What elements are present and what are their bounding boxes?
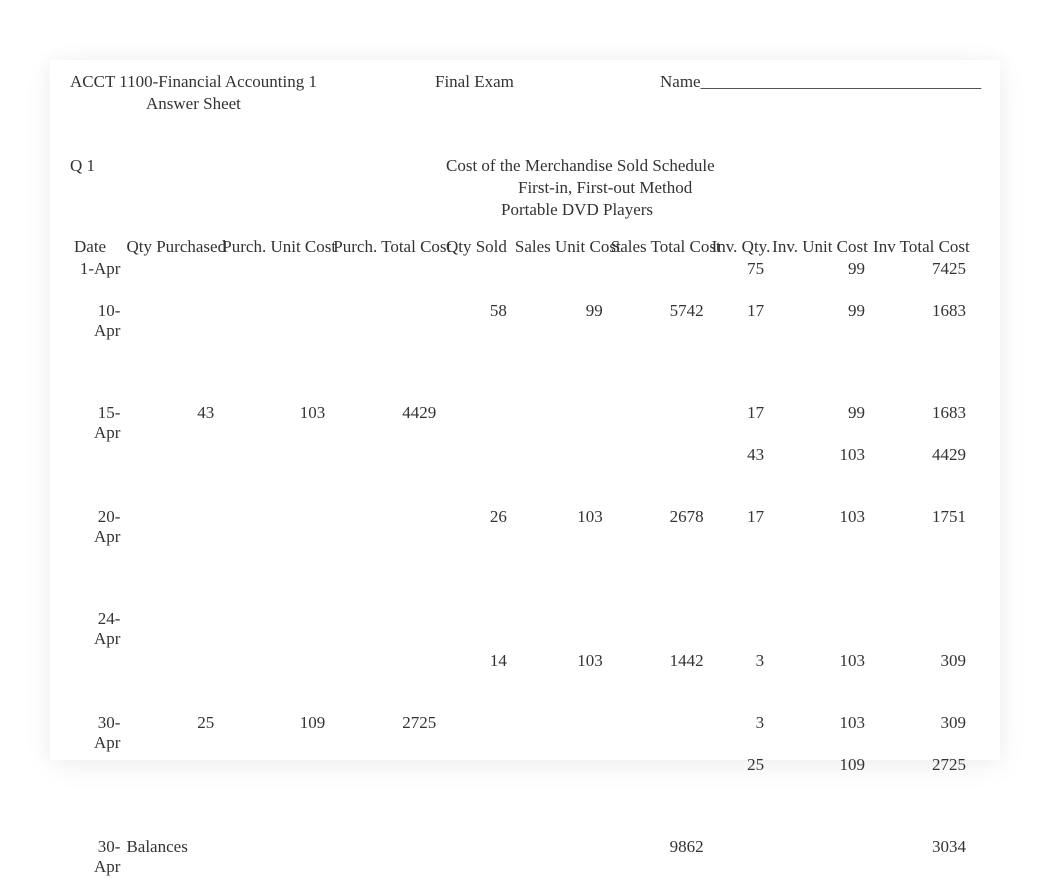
cell-purch-total-cost: 2725 bbox=[329, 712, 440, 754]
cell-date: 1-Apr bbox=[70, 258, 122, 280]
table-row: 30-Apr 25 109 2725 3 103 309 bbox=[70, 712, 970, 754]
cell-inv-qty: 75 bbox=[708, 258, 769, 280]
cell-inv-qty: 3 bbox=[708, 650, 769, 672]
cell-purch-unit-cost: 103 bbox=[218, 402, 329, 444]
cell-date: 15-Apr bbox=[70, 402, 122, 444]
cell-qty-purchased: 25 bbox=[122, 712, 218, 754]
cell-sales-unit-cost: 103 bbox=[511, 506, 607, 548]
cell-purch-unit-cost: 109 bbox=[218, 712, 329, 754]
table-row: 14 103 1442 3 103 309 bbox=[70, 650, 970, 672]
cell-sales-total-cost: 2678 bbox=[607, 506, 708, 548]
answer-sheet-label: Answer Sheet bbox=[70, 94, 990, 114]
cell-date: 30-Apr bbox=[70, 712, 122, 754]
cell-date: 20-Apr bbox=[70, 506, 122, 548]
cell-purch-total-cost: 4429 bbox=[329, 402, 440, 444]
cell-inv-unit-cost: 103 bbox=[768, 650, 869, 672]
col-qty-sold: Qty Sold bbox=[440, 236, 511, 258]
cell-qty-sold: 26 bbox=[440, 506, 511, 548]
course-title: ACCT 1100-Financial Accounting 1 bbox=[70, 72, 435, 92]
cell-inv-qty: 17 bbox=[708, 402, 769, 444]
balances-row: 30-Apr Balances 9862 3034 bbox=[70, 836, 970, 878]
name-field-label: Name_________________________________ bbox=[660, 72, 990, 92]
cell-inv-unit-cost: 103 bbox=[768, 444, 869, 466]
exam-label: Final Exam bbox=[435, 72, 660, 92]
cell-inv-total-cost: 7425 bbox=[869, 258, 970, 280]
table-row: 25 109 2725 bbox=[70, 754, 970, 776]
cell-inv-total-cost: 4429 bbox=[869, 444, 970, 466]
col-sales-unit-cost: Sales Unit Cost bbox=[511, 236, 607, 258]
cell-inv-unit-cost: 103 bbox=[768, 712, 869, 754]
cell-sales-total-cost: 5742 bbox=[607, 300, 708, 342]
cell-inv-total-cost: 309 bbox=[869, 712, 970, 754]
table-row: 15-Apr 43 103 4429 17 99 1683 bbox=[70, 402, 970, 444]
cell-sales-total-cost: 9862 bbox=[607, 836, 708, 878]
col-inv-total-cost: Inv Total Cost bbox=[869, 236, 970, 258]
cell-inv-total-cost: 3034 bbox=[869, 836, 970, 878]
schedule-title: Cost of the Merchandise Sold Schedule bbox=[446, 156, 990, 176]
col-inv-qty: Inv. Qty. bbox=[708, 236, 769, 258]
cell-sales-unit-cost: 99 bbox=[511, 300, 607, 342]
cell-inv-qty: 17 bbox=[708, 506, 769, 548]
cell-date: 30-Apr bbox=[70, 836, 122, 878]
exam-page: ACCT 1100-Financial Accounting 1 Final E… bbox=[70, 72, 990, 878]
cell-inv-qty: 43 bbox=[708, 444, 769, 466]
col-date: Date bbox=[70, 236, 122, 258]
table-header-row: Date Qty Purchased Purch. Unit Cost Purc… bbox=[70, 236, 970, 258]
cell-inv-unit-cost: 99 bbox=[768, 258, 869, 280]
cell-qty-sold: 58 bbox=[440, 300, 511, 342]
cell-inv-unit-cost: 99 bbox=[768, 300, 869, 342]
cell-inv-total-cost: 1751 bbox=[869, 506, 970, 548]
table-row: 20-Apr 26 103 2678 17 103 1751 bbox=[70, 506, 970, 548]
cell-date: 10-Apr bbox=[70, 300, 122, 342]
table-row: 24-Apr bbox=[70, 608, 970, 650]
cell-qty-purchased: 43 bbox=[122, 402, 218, 444]
cell-date: 24-Apr bbox=[70, 608, 122, 650]
table-row: 43 103 4429 bbox=[70, 444, 970, 466]
inventory-table: Date Qty Purchased Purch. Unit Cost Purc… bbox=[70, 236, 970, 878]
col-sales-total-cost: Sales Total Cost bbox=[607, 236, 708, 258]
question-header: Q 1 Cost of the Merchandise Sold Schedul… bbox=[70, 156, 990, 176]
cell-inv-total-cost: 1683 bbox=[869, 402, 970, 444]
cell-inv-qty: 3 bbox=[708, 712, 769, 754]
header-row-1: ACCT 1100-Financial Accounting 1 Final E… bbox=[70, 72, 990, 92]
question-number: Q 1 bbox=[70, 156, 446, 176]
cell-inv-qty: 17 bbox=[708, 300, 769, 342]
cell-inv-unit-cost: 103 bbox=[768, 506, 869, 548]
cell-inv-total-cost: 309 bbox=[869, 650, 970, 672]
cell-qty-sold: 14 bbox=[440, 650, 511, 672]
table-row: 10-Apr 58 99 5742 17 99 1683 bbox=[70, 300, 970, 342]
col-purch-total-cost: Purch. Total Cost bbox=[329, 236, 440, 258]
col-purch-unit-cost: Purch. Unit Cost bbox=[218, 236, 329, 258]
method-label: First-in, First-out Method bbox=[70, 178, 990, 198]
cell-inv-total-cost: 1683 bbox=[869, 300, 970, 342]
table-row: 1-Apr 75 99 7425 bbox=[70, 258, 970, 280]
cell-inv-total-cost: 2725 bbox=[869, 754, 970, 776]
cell-inv-unit-cost: 109 bbox=[768, 754, 869, 776]
balances-label: Balances bbox=[122, 836, 218, 878]
cell-sales-unit-cost: 103 bbox=[511, 650, 607, 672]
col-inv-unit-cost: Inv. Unit Cost bbox=[768, 236, 869, 258]
cell-sales-total-cost: 1442 bbox=[607, 650, 708, 672]
product-label: Portable DVD Players bbox=[70, 200, 990, 220]
cell-inv-unit-cost: 99 bbox=[768, 402, 869, 444]
col-qty-purchased: Qty Purchased bbox=[122, 236, 218, 258]
cell-inv-qty: 25 bbox=[708, 754, 769, 776]
